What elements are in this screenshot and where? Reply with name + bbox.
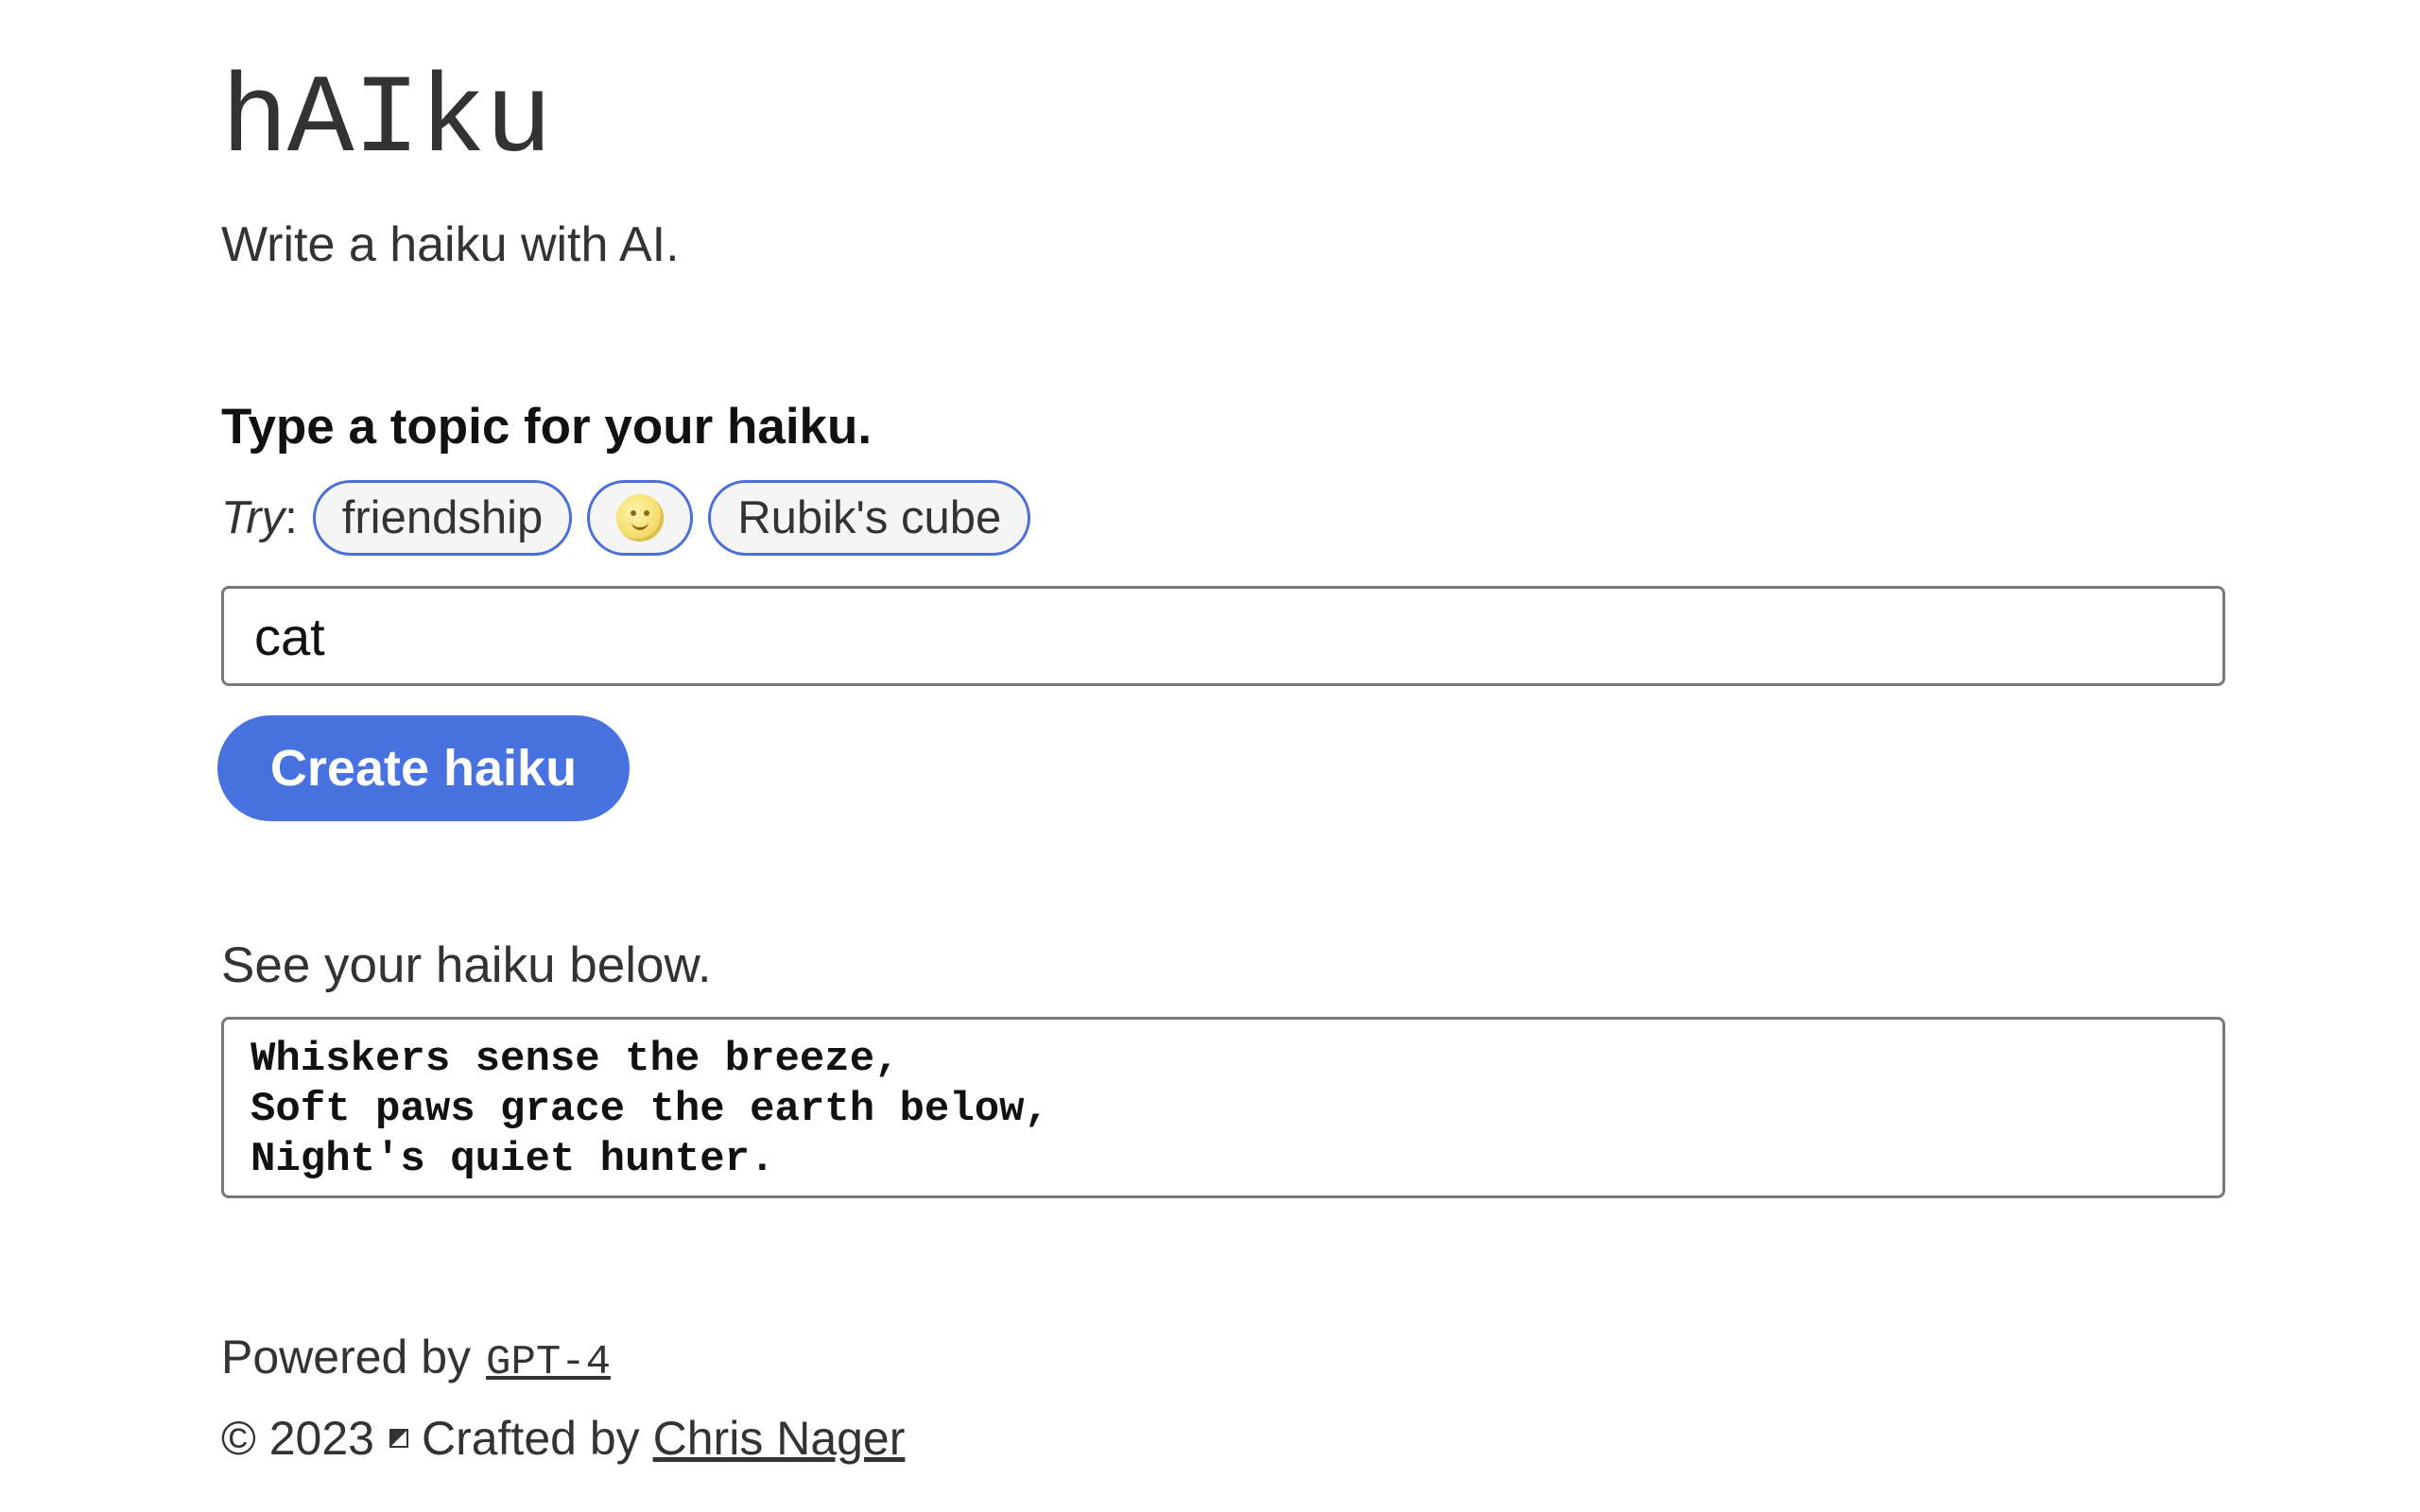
footer-credit: © 2023 Crafted by Chris Nager [221, 1410, 905, 1467]
topic-heading: Type a topic for your haiku. [221, 399, 873, 455]
moon-face-emoji-icon [616, 494, 665, 541]
copyright-text: © 2023 [221, 1412, 374, 1465]
create-haiku-button[interactable]: Create haiku [217, 715, 630, 821]
app-title: hAIku [221, 59, 552, 184]
suggestion-chip-rubiks-cube[interactable]: Rubik's cube [708, 480, 1031, 556]
suggestion-row: Try : friendship Rubik's cube [221, 478, 1046, 558]
author-link[interactable]: Chris Nager [653, 1410, 906, 1467]
suggestion-chip-friendship[interactable]: friendship [312, 480, 573, 556]
powered-by: Powered by GPT-4 [221, 1329, 611, 1388]
crafted-by-text: Crafted by [421, 1412, 640, 1465]
half-square-icon [389, 1429, 408, 1448]
try-label: Try [221, 492, 285, 543]
haiku-output[interactable]: Whiskers sense the breeze, Soft paws gra… [221, 1017, 2225, 1198]
suggestion-chip-moon-emoji[interactable] [587, 480, 694, 556]
powered-by-text: Powered by [221, 1331, 472, 1383]
app-subtitle: Write a haiku with AI. [221, 217, 680, 272]
try-colon: : [285, 492, 298, 543]
gpt-4-link[interactable]: GPT-4 [486, 1338, 611, 1388]
topic-input[interactable] [221, 586, 2225, 686]
output-label: See your haiku below. [221, 937, 712, 993]
